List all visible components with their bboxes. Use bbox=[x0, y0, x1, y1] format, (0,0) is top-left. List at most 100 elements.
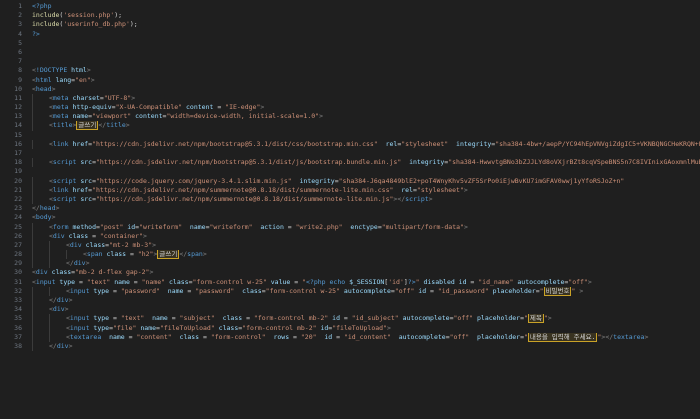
code-line[interactable]: 4 ?> bbox=[0, 30, 700, 39]
indent-guide bbox=[32, 341, 33, 352]
code-line[interactable]: 17 bbox=[0, 149, 700, 158]
code-token: = bbox=[92, 231, 100, 240]
code-token: 'id' bbox=[388, 277, 404, 286]
code-token: "form-control mb-2" bbox=[242, 323, 317, 332]
code-text: </div> bbox=[49, 296, 700, 305]
code-token: "stylesheet" bbox=[401, 139, 449, 148]
code-token: http-equiv bbox=[72, 103, 112, 112]
code-token: = bbox=[336, 332, 344, 341]
indent-guide bbox=[32, 314, 33, 324]
code-token: "UTF-8" bbox=[103, 93, 132, 102]
code-token: div bbox=[56, 296, 69, 304]
code-line[interactable]: 2 include('session.php'); bbox=[0, 11, 700, 20]
code-line[interactable]: 38 </div> bbox=[0, 341, 700, 352]
code-token: input bbox=[69, 286, 94, 295]
code-line[interactable]: 29 </div> bbox=[0, 259, 700, 269]
code-token: head bbox=[39, 204, 56, 213]
code-line[interactable]: 1 <?php bbox=[0, 2, 700, 11]
code-token: content bbox=[131, 112, 163, 121]
code-token: = bbox=[287, 222, 296, 231]
code-line[interactable]: 5 bbox=[0, 39, 700, 48]
code-token: rows bbox=[265, 332, 294, 341]
code-line[interactable]: 14 <title> 글쓰기 </title> bbox=[0, 121, 700, 131]
code-line[interactable]: 19 bbox=[0, 167, 700, 176]
code-line[interactable]: 20 <script src="https://code.jquery.com/j… bbox=[0, 176, 700, 186]
code-line[interactable]: 15 bbox=[0, 131, 700, 140]
line-number: 3 bbox=[18, 20, 22, 29]
code-token: type bbox=[93, 314, 113, 323]
code-line[interactable]: 26 <div class = "container"> bbox=[0, 231, 700, 241]
indent-guide bbox=[32, 296, 33, 306]
code-line[interactable]: 35 <input type = "text" name = "subject" … bbox=[0, 314, 700, 324]
code-line[interactable]: 28 <span class = "h2"> 글쓰기 </span> bbox=[0, 250, 700, 260]
code-token: "password" bbox=[195, 286, 235, 295]
code-editor[interactable]: 1 <?php 2 include('session.php'); 3 include('… bbox=[0, 0, 700, 419]
code-token: > bbox=[68, 296, 73, 304]
code-line[interactable]: 8 <!DOCTYPE html> bbox=[0, 66, 700, 75]
code-token: autocomplete bbox=[340, 286, 391, 295]
code-token: name bbox=[110, 277, 134, 286]
code-token: div bbox=[69, 240, 86, 249]
code-line[interactable]: 13 <meta name="viewport" content="width=d… bbox=[0, 112, 700, 122]
code-line[interactable]: 7 bbox=[0, 57, 700, 66]
code-token: span bbox=[187, 250, 203, 259]
code-line[interactable]: 10 <head> bbox=[0, 85, 700, 94]
code-token: = bbox=[217, 103, 226, 112]
indent-guide bbox=[49, 314, 50, 324]
code-text: </head> bbox=[32, 204, 700, 213]
code-line[interactable]: 6 bbox=[0, 48, 700, 57]
code-token: id bbox=[328, 314, 344, 323]
code-text: <div class="mb-2 d-flex gap-2"> bbox=[32, 268, 700, 277]
code-token: = bbox=[343, 314, 352, 323]
code-line[interactable]: 12 <meta http-equiv="X-UA-Compatible" con… bbox=[0, 103, 700, 113]
indent-guide bbox=[32, 139, 33, 149]
code-line[interactable]: 27 <div class="mt-2 mb-3"> bbox=[0, 240, 700, 251]
code-text: <!DOCTYPE html> bbox=[32, 66, 700, 75]
line-number: 8 bbox=[18, 66, 22, 75]
highlighted-korean-text: 비밀번호 bbox=[543, 286, 572, 296]
code-line[interactable]: 23 </head> bbox=[0, 204, 700, 213]
code-token: "id_password" bbox=[437, 286, 489, 295]
code-line[interactable]: 30 <div class="mb-2 d-flex gap-2"> bbox=[0, 268, 700, 277]
code-token: "https://cdn.jsdelivr.net/npm/bootstrap@… bbox=[92, 139, 378, 148]
code-token: charset bbox=[72, 93, 100, 102]
line-number: 1 bbox=[18, 2, 22, 10]
code-line[interactable]: 24 <body> bbox=[0, 213, 700, 222]
code-token: <?php bbox=[32, 2, 52, 10]
code-token: > bbox=[90, 75, 95, 84]
code-token: "off" bbox=[453, 314, 474, 323]
code-token: div bbox=[52, 231, 69, 240]
code-token: class bbox=[68, 231, 93, 240]
line-number: 12 bbox=[14, 103, 22, 112]
code-token: "https://code.jquery.com/jquery-3.4.1.sl… bbox=[96, 176, 292, 185]
code-token: = bbox=[294, 277, 303, 286]
code-line[interactable]: 22 <script src="https://cdn.jsdelivr.net/… bbox=[0, 194, 700, 205]
code-token: "writeform" bbox=[209, 222, 253, 231]
code-token: name bbox=[182, 222, 206, 231]
code-line[interactable]: 25 <form method="post" id="writeform" nam… bbox=[0, 222, 700, 232]
code-token: src bbox=[80, 176, 93, 185]
code-token: src bbox=[80, 194, 93, 203]
code-line[interactable]: 34 <div> bbox=[0, 305, 700, 315]
code-token: > bbox=[51, 84, 56, 93]
code-text: <div class="mt-2 mb-3"> bbox=[66, 241, 700, 250]
code-line[interactable]: 18 <script src="https://cdn.jsdelivr.net/… bbox=[0, 158, 700, 168]
code-line[interactable]: 32 <input type = "password" name = "passw… bbox=[0, 286, 700, 296]
code-token: class bbox=[51, 268, 72, 277]
code-token: "stylesheet" bbox=[416, 185, 464, 194]
code-line[interactable]: 36 <input type="file" name="fileToUpload"… bbox=[0, 323, 700, 333]
code-line[interactable]: 31 <input type = "text" name = "name" cla… bbox=[0, 278, 700, 287]
code-line[interactable]: 21 <link href="https://cdn.jsdelivr.net/n… bbox=[0, 185, 700, 195]
line-number: 21 bbox=[14, 185, 22, 194]
code-line[interactable]: 11 <meta charset="UTF-8"> bbox=[0, 93, 700, 104]
code-token: meta bbox=[52, 93, 73, 102]
code-line[interactable]: 3 include('userinfo_db.php'); bbox=[0, 20, 700, 29]
code-line[interactable]: 33 </div> bbox=[0, 296, 700, 306]
code-token: input bbox=[69, 323, 94, 332]
code-text: <span class = "h2"> 글쓰기 </span> bbox=[83, 250, 700, 260]
code-token: "password" bbox=[120, 286, 160, 295]
code-line[interactable]: 37 <textarea name = "content" class = "fo… bbox=[0, 332, 700, 342]
code-line[interactable]: 9 <html lang="en"> bbox=[0, 76, 700, 85]
code-token: "id_name" bbox=[478, 277, 514, 286]
code-line[interactable]: 16 <link href="https://cdn.jsdelivr.net/n… bbox=[0, 139, 700, 149]
